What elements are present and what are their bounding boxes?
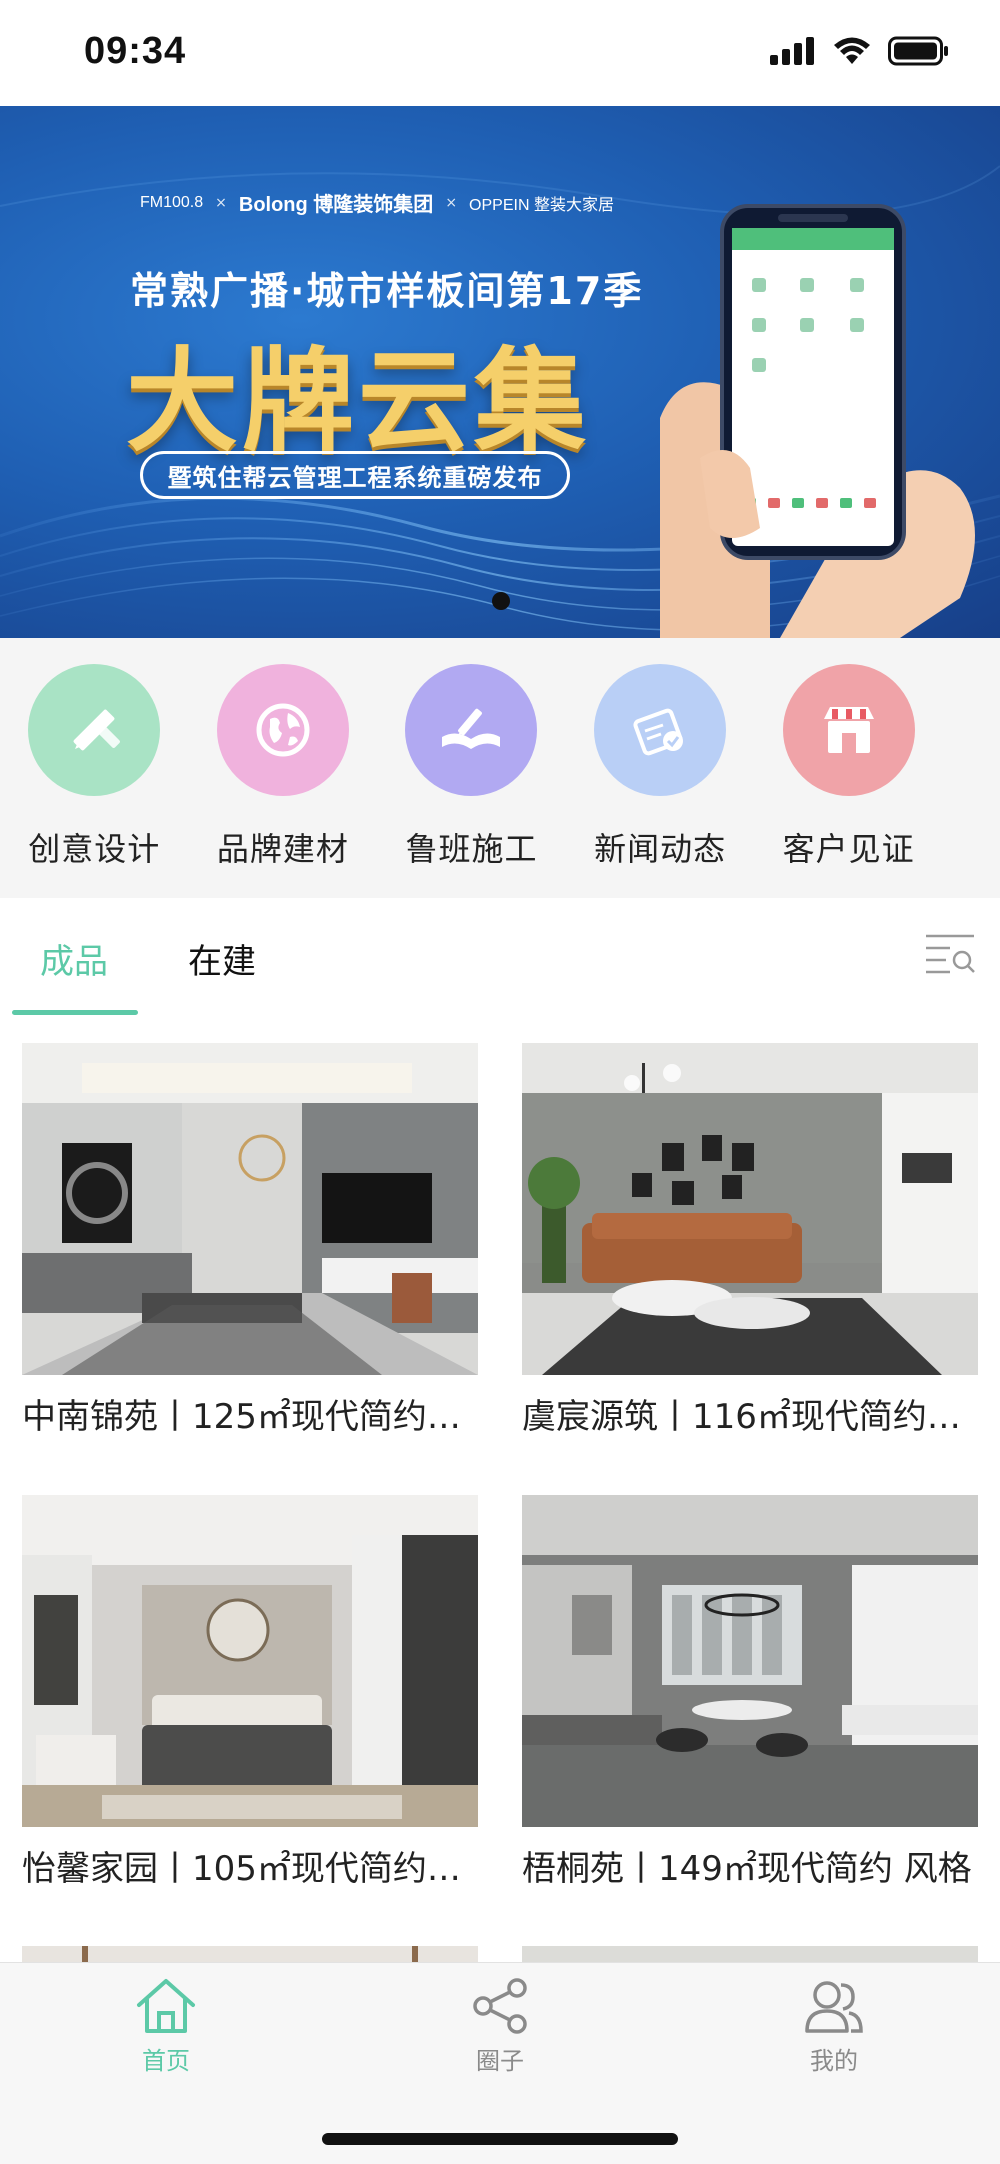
project-title: 虞宸源筑丨116㎡现代简约风格	[522, 1397, 978, 1437]
promo-banner[interactable]: FM100.8 × Bolong 博隆装饰集团 × OPPEIN 整装大家居 常…	[0, 106, 1000, 638]
project-image	[522, 1495, 978, 1827]
banner-subtitle: 常熟广播·城市样板间第17季	[130, 269, 644, 313]
status-bar: 09:34	[0, 0, 1000, 106]
filter-search-icon[interactable]	[924, 926, 976, 978]
project-image	[22, 1495, 478, 1827]
book-pen-icon	[442, 708, 501, 749]
status-time: 09:34	[84, 30, 187, 72]
battery-icon	[888, 36, 948, 66]
status-icons	[770, 36, 950, 66]
fm-logo: FM100.8	[140, 193, 204, 211]
nav-label: 首页	[142, 2047, 190, 2075]
category-creative-design[interactable]: 创意设计	[0, 638, 189, 898]
active-tab-indicator	[12, 1010, 138, 1015]
project-title: 中南锦苑丨125㎡现代简约风格	[22, 1397, 478, 1437]
pencil-ruler-icon	[73, 709, 121, 751]
category-label: 客户见证	[782, 830, 915, 868]
nav-circle[interactable]: 圈子	[420, 1977, 580, 2076]
globe-icon	[256, 703, 310, 757]
category-icon-circle	[405, 664, 538, 796]
category-label: 新闻动态	[594, 830, 727, 868]
project-tabs: 成品 在建	[0, 898, 1000, 1016]
nav-mine[interactable]: 我的	[754, 1977, 914, 2076]
bolong-logo: Bolong 博隆装饰集团	[238, 194, 434, 216]
project-card[interactable]: 虞宸源筑丨116㎡现代简约风格	[522, 1043, 978, 1438]
nav-label: 圈子	[476, 2047, 524, 2075]
banner-title: 大牌云集	[126, 336, 590, 467]
share-icon	[473, 1978, 527, 2034]
category-icon-circle	[216, 664, 349, 796]
category-label: 创意设计	[28, 830, 161, 868]
project-card[interactable]: 中南锦苑丨125㎡现代简约风格	[22, 1043, 478, 1438]
project-title: 梧桐苑丨149㎡现代简约 风格	[522, 1849, 972, 1889]
logo-separator: ×	[215, 194, 227, 211]
project-card[interactable]: 怡馨家园丨105㎡现代简约风格	[22, 1495, 478, 1890]
category-news[interactable]: 新闻动态	[566, 638, 755, 898]
oppein-logo: OPPEIN 整装大家居	[469, 196, 614, 214]
banner-partner-logos: FM100.8 × Bolong 博隆装饰集团 × OPPEIN 整装大家居	[140, 188, 614, 217]
phone-in-hand-illustration	[660, 204, 975, 638]
project-card[interactable]: 梧桐苑丨149㎡现代简约 风格	[522, 1495, 978, 1890]
project-image	[522, 1043, 978, 1375]
carousel-indicator-dot[interactable]	[492, 592, 510, 610]
category-icon-circle	[782, 664, 915, 796]
category-brand-materials[interactable]: 品牌建材	[189, 638, 378, 898]
category-icon-circle	[594, 664, 727, 796]
tab-finished[interactable]: 成品	[40, 934, 108, 983]
store-icon	[823, 707, 874, 753]
project-image	[22, 1043, 478, 1375]
document-check-icon	[633, 708, 684, 756]
category-row: 创意设计 品牌建材 鲁班施工 新闻动态 客户见证	[0, 638, 1000, 898]
category-label: 鲁班施工	[405, 830, 538, 868]
signal-icon	[770, 37, 814, 65]
category-label: 品牌建材	[216, 830, 349, 868]
home-icon	[137, 1979, 195, 2033]
home-indicator[interactable]	[322, 2133, 678, 2145]
category-construction[interactable]: 鲁班施工	[377, 638, 566, 898]
category-icon-circle	[28, 664, 161, 796]
tab-under-construction[interactable]: 在建	[188, 934, 256, 983]
users-icon	[805, 1981, 863, 2033]
nav-home[interactable]: 首页	[86, 1977, 246, 2076]
logo-separator: ×	[445, 194, 458, 211]
bottom-tab-bar: 首页 圈子 我的	[0, 1962, 1000, 2164]
project-title: 怡馨家园丨105㎡现代简约风格	[22, 1849, 478, 1889]
banner-tagline: 暨筑住帮云管理工程系统重磅发布	[140, 451, 570, 499]
category-testimonials[interactable]: 客户见证	[754, 638, 943, 898]
wifi-icon	[834, 37, 870, 64]
nav-label: 我的	[810, 2047, 858, 2075]
